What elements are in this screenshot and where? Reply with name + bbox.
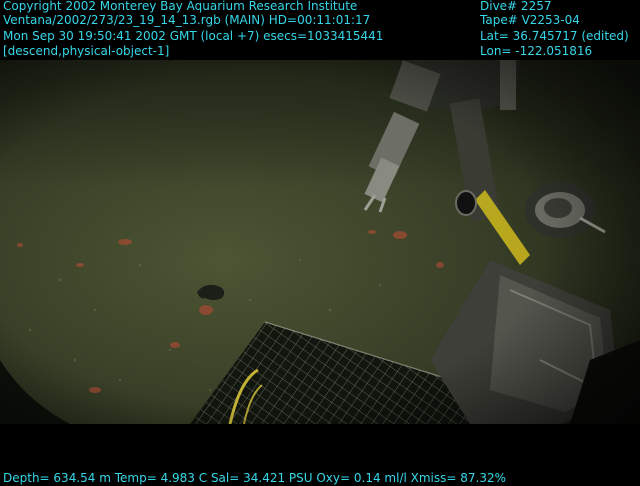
overlay-event-tag: [descend,physical-object-1]: [3, 44, 170, 58]
overlay-tape-number: Tape# V2253-04: [480, 13, 580, 27]
seafloor-scene: [0, 60, 640, 424]
seafloor-image: [0, 60, 640, 424]
overlay-latitude: Lat= 36.745717 (edited): [480, 29, 629, 43]
overlay-longitude: Lon= -122.051816: [480, 44, 593, 58]
overlay-sensor-readout: Depth= 634.54 m Temp= 4.983 C Sal= 34.42…: [3, 471, 507, 485]
overlay-timestamp: Mon Sep 30 19:50:41 2002 GMT (local +7) …: [3, 29, 384, 43]
overlay-file-info: Ventana/2002/273/23_19_14_13.rgb (MAIN) …: [3, 13, 371, 27]
